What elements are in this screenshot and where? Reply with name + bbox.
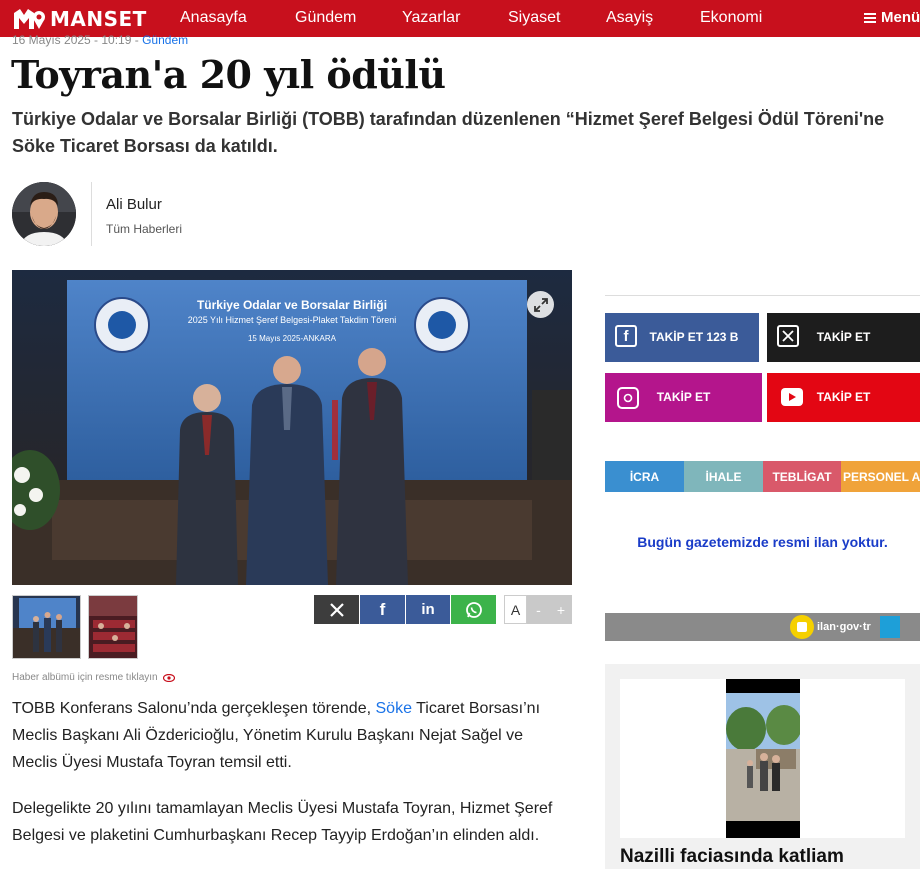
sidebar-news-title[interactable]: Nazilli faciasında katliam xyxy=(620,846,844,868)
author-divider xyxy=(91,182,92,246)
eye-icon xyxy=(162,673,175,682)
ilan-message: Bugün gazetemizde resmi ilan yoktur. xyxy=(637,534,888,550)
x-icon xyxy=(329,602,344,617)
menu-button[interactable]: Menü xyxy=(864,9,920,26)
hamburger-icon xyxy=(864,12,876,23)
follow-facebook-button[interactable]: f TAKİP ET 123 B xyxy=(605,313,759,362)
share-linkedin-button[interactable]: in xyxy=(406,595,450,624)
author-all-news-link[interactable]: Tüm Haberleri xyxy=(106,222,182,236)
share-facebook-button[interactable]: f xyxy=(360,595,405,624)
nav-item-asayis[interactable]: Asayiş xyxy=(606,9,653,27)
menu-label: Menü xyxy=(881,9,920,26)
paragraph-text: TOBB Konferans Salonu’nda gerçekleşen tö… xyxy=(12,700,376,717)
follow-youtube-button[interactable]: TAKİP ET xyxy=(767,373,920,422)
nav-item-yazarlar[interactable]: Yazarlar xyxy=(402,9,460,27)
album-thumbnail-2[interactable] xyxy=(88,595,138,659)
nav-item-siyaset[interactable]: Siyaset xyxy=(508,9,560,27)
site-logo[interactable]: MANSET xyxy=(12,6,147,32)
follow-label: TAKİP ET xyxy=(816,390,871,404)
news-image[interactable] xyxy=(726,679,800,838)
article-title: Toyran'a 20 yıl ödülü xyxy=(11,52,446,97)
thumbnail-image xyxy=(13,596,80,658)
press-agency-icon xyxy=(879,616,900,638)
page: MANSET Anasayfa Gündem Yazarlar Siyaset … xyxy=(0,0,920,869)
tab-icra[interactable]: İCRA xyxy=(605,461,684,492)
avatar-image xyxy=(12,182,76,246)
article-category-link[interactable]: Gündem xyxy=(142,33,188,47)
news-video-still xyxy=(726,679,800,838)
article-paragraph-2: Delegelikte 20 yılını tamamlayan Meclis … xyxy=(12,800,553,844)
tab-personel-alimi[interactable]: PERSONEL ALIMI xyxy=(841,461,920,492)
author-avatar[interactable] xyxy=(12,182,76,246)
album-thumbnail-1[interactable] xyxy=(12,595,81,659)
album-note: Haber albümü için resme tıklayın xyxy=(12,672,175,683)
album-note-text: Haber albümü için resme tıklayın xyxy=(12,672,158,683)
follow-x-button[interactable]: TAKİP ET xyxy=(767,313,920,362)
expand-icon xyxy=(533,297,548,312)
ilan-logo-icon xyxy=(790,615,814,639)
expand-photo-button[interactable] xyxy=(527,291,554,318)
ilan-gov-logo[interactable]: ilan·gov·tr xyxy=(790,615,900,639)
article-paragraph-1: TOBB Konferans Salonu’nda gerçekleşen tö… xyxy=(12,695,560,776)
author-name[interactable]: Ali Bulur xyxy=(106,196,162,213)
tab-tebligat[interactable]: TEBLİGAT xyxy=(763,461,841,492)
follow-label: TAKİP ET 123 B xyxy=(649,330,739,344)
logo-icon xyxy=(14,9,45,29)
nav-item-home[interactable]: Anasayfa xyxy=(180,9,247,27)
nav-item-ekonomi[interactable]: Ekonomi xyxy=(700,9,762,27)
article-date: 16 Mayıs 2025 - 10:19 xyxy=(12,33,132,47)
linkedin-icon: in xyxy=(421,601,435,618)
font-increase-button[interactable]: + xyxy=(550,595,572,624)
sidebar-divider xyxy=(605,295,920,296)
ilan-logo-text: ilan·gov·tr xyxy=(817,621,871,633)
article-main-photo[interactable]: Türkiye Odalar ve Borsalar Birliği 2025 … xyxy=(12,270,572,585)
photo-banner-line2: 2025 Yılı Hizmet Şeref Belgesi-Plaket Ta… xyxy=(187,315,397,325)
follow-label: TAKİP ET xyxy=(656,390,711,404)
share-whatsapp-button[interactable] xyxy=(451,595,496,624)
follow-label: TAKİP ET xyxy=(816,330,871,344)
photo-banner-line3: 15 Mayıs 2025-ANKARA xyxy=(247,334,337,343)
tab-ihale[interactable]: İHALE xyxy=(684,461,763,492)
tag-link-soke[interactable]: Söke xyxy=(376,700,412,717)
top-nav-bar: MANSET Anasayfa Gündem Yazarlar Siyaset … xyxy=(0,0,920,37)
follow-instagram-button[interactable]: TAKİP ET xyxy=(605,373,762,422)
font-decrease-button[interactable]: - xyxy=(527,595,550,624)
photo-banner-line1: Türkiye Odalar ve Borsalar Birliği xyxy=(196,298,388,312)
thumbnail-image xyxy=(89,596,137,658)
facebook-icon: f xyxy=(379,599,386,619)
whatsapp-icon xyxy=(465,601,482,618)
logo-text: MANSET xyxy=(50,7,147,31)
font-size-label: A xyxy=(504,595,527,624)
share-x-button[interactable] xyxy=(314,595,359,624)
article-summary: Türkiye Odalar ve Borsalar Birliği (TOBB… xyxy=(12,109,885,156)
article-dateline: 16 Mayıs 2025 - 10:19 - Gündem xyxy=(12,33,189,47)
nav-item-gundem[interactable]: Gündem xyxy=(295,9,356,27)
ilan-tabs: İCRA İHALE TEBLİGAT PERSONEL ALIMI xyxy=(605,461,920,492)
